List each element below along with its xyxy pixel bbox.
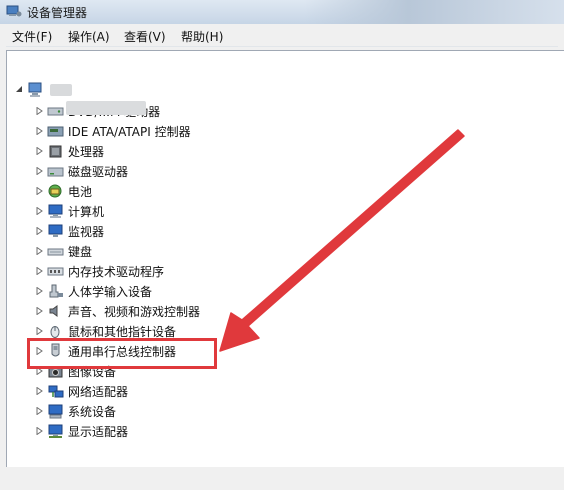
expand-arrow-icon[interactable] [36, 227, 43, 235]
annotation-highlight-box [27, 338, 217, 369]
hid-icon [49, 284, 63, 298]
tree-item-label: 电池 [68, 185, 93, 199]
tree-item-battery[interactable]: 电池 [36, 181, 296, 201]
tree-item-label: 显示适配器 [68, 425, 129, 439]
expand-arrow-icon[interactable] [36, 107, 43, 115]
obscured-label-patch [66, 101, 146, 115]
expand-arrow-icon[interactable] [36, 167, 43, 175]
expand-arrow-icon[interactable] [36, 287, 43, 295]
title-bar-background [304, 0, 564, 24]
tree-item-label: 处理器 [68, 145, 105, 159]
expand-arrow-icon[interactable] [36, 307, 43, 315]
tree-item-label: 计算机 [68, 205, 105, 219]
expand-arrow-icon[interactable] [36, 247, 43, 255]
collapse-arrow-icon[interactable] [16, 86, 23, 93]
title-bar: 设备管理器 [0, 0, 564, 24]
expand-arrow-icon[interactable] [36, 187, 43, 195]
tree-item-label: 人体学输入设备 [68, 285, 153, 299]
processor-icon [49, 145, 62, 158]
memory-icon [47, 267, 64, 276]
tree-item-keyboard[interactable]: 键盘 [36, 241, 296, 261]
ide-controller-icon [47, 126, 64, 137]
tree-item-label: 键盘 [68, 245, 93, 259]
tree-item-sound[interactable]: 声音、视频和游戏控制器 [36, 301, 296, 321]
expand-arrow-icon[interactable] [36, 267, 43, 275]
keyboard-icon [47, 248, 64, 256]
disk-drive-icon [47, 167, 64, 177]
menu-action[interactable]: 操作(A) [68, 28, 110, 45]
tree-item-label: 声音、视频和游戏控制器 [68, 305, 201, 319]
device-manager-icon [6, 5, 22, 17]
root-name-obscured [50, 84, 72, 96]
tree-item-system[interactable]: 系统设备 [36, 401, 296, 421]
display-adapter-icon [48, 424, 63, 438]
expand-arrow-icon[interactable] [36, 327, 43, 335]
tree-item-processor[interactable]: 处理器 [36, 141, 296, 161]
tree-item-label: 磁盘驱动器 [68, 165, 129, 179]
sound-icon [49, 305, 58, 317]
computer-root-icon [28, 82, 42, 97]
system-icon [48, 404, 63, 419]
tree-item-label: 内存技术驱动程序 [68, 265, 165, 279]
tree-item-computer[interactable]: 计算机 [36, 201, 296, 221]
menu-help[interactable]: 帮助(H) [181, 28, 223, 45]
expand-arrow-icon[interactable] [36, 427, 43, 435]
tree-item-ide-controller[interactable]: IDE ATA/ATAPI 控制器 [36, 121, 296, 141]
tree-item-disk-drive[interactable]: 磁盘驱动器 [36, 161, 296, 181]
tree-item-label: 网络适配器 [68, 385, 129, 399]
menu-bar: 文件(F) 操作(A) 查看(V) 帮助(H) [6, 25, 558, 45]
computer-icon [48, 204, 63, 218]
expand-arrow-icon[interactable] [36, 207, 43, 215]
tree-item-label: 系统设备 [68, 405, 117, 419]
dvd-drive-icon [47, 107, 64, 116]
mouse-icon [50, 326, 60, 338]
menu-file[interactable]: 文件(F) [12, 28, 52, 45]
expand-arrow-icon[interactable] [36, 407, 43, 415]
network-icon [48, 385, 64, 398]
tree-item-network[interactable]: 网络适配器 [36, 381, 296, 401]
expand-arrow-icon[interactable] [36, 147, 43, 155]
monitor-icon [48, 224, 63, 237]
expand-arrow-icon[interactable] [36, 387, 43, 395]
tree-root-computer[interactable] [16, 81, 96, 101]
battery-icon [48, 184, 62, 198]
tree-item-monitor[interactable]: 监视器 [36, 221, 296, 241]
tree-item-display-adapter[interactable]: 显示适配器 [36, 421, 296, 441]
tree-item-label: IDE ATA/ATAPI 控制器 [68, 125, 191, 139]
tree-item-label: 监视器 [68, 225, 105, 239]
tree-item-memory[interactable]: 内存技术驱动程序 [36, 261, 296, 281]
window-title: 设备管理器 [27, 6, 88, 20]
expand-arrow-icon[interactable] [36, 127, 43, 135]
tree-item-hid[interactable]: 人体学输入设备 [36, 281, 296, 301]
menu-view[interactable]: 查看(V) [124, 28, 166, 45]
